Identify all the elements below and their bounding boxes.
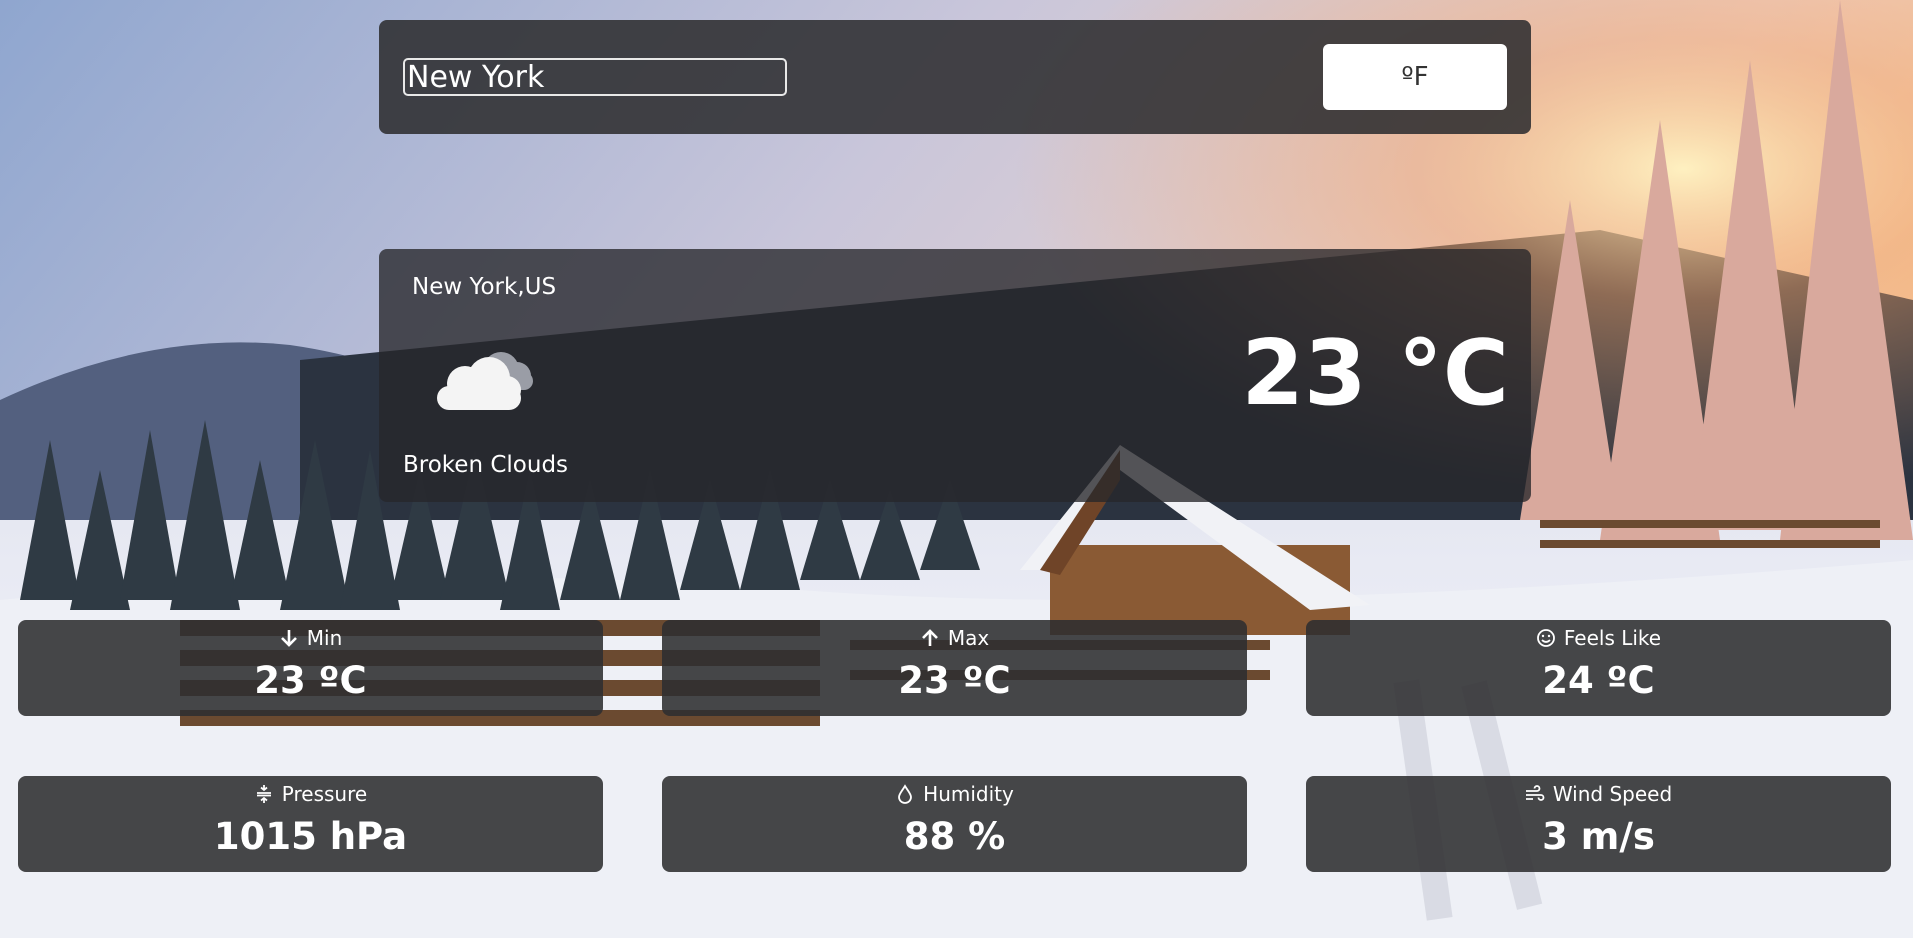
min-temp-value: 23 ºC — [254, 659, 367, 702]
min-temp-label: Min — [306, 626, 343, 650]
arrow-down-icon — [280, 630, 297, 647]
current-temperature: 23 °C — [1241, 321, 1509, 426]
wind-icon — [1525, 785, 1545, 801]
max-temp-value: 23 ºC — [898, 659, 1011, 702]
feels-like-card: Feels Like 24 ºC — [1306, 620, 1891, 716]
humidity-value: 88 % — [903, 815, 1006, 858]
wind-speed-value: 3 m/s — [1542, 815, 1655, 858]
city-search-input[interactable] — [403, 58, 787, 96]
unit-toggle-button[interactable]: ºF — [1323, 44, 1507, 110]
pressure-card: Pressure 1015 hPa — [18, 776, 603, 872]
current-weather-card: New York,US Broken Clouds 23 °C — [379, 249, 1531, 502]
search-bar: ºF — [379, 20, 1531, 134]
weather-description: Broken Clouds — [403, 452, 569, 478]
location-name: New York,US — [412, 274, 557, 300]
broken-clouds-icon — [437, 352, 533, 410]
wind-speed-label: Wind Speed — [1552, 782, 1673, 806]
feels-like-value: 24 ºC — [1542, 659, 1655, 702]
wind-speed-card: Wind Speed 3 m/s — [1306, 776, 1891, 872]
min-temp-card: Min 23 ºC — [18, 620, 603, 716]
arrow-up-icon — [921, 629, 938, 646]
pressure-value: 1015 hPa — [213, 815, 408, 858]
compress-icon — [256, 785, 271, 803]
pressure-label: Pressure — [281, 782, 368, 806]
humidity-label: Humidity — [923, 782, 1014, 806]
feels-like-label: Feels Like — [1563, 626, 1662, 650]
max-temp-label: Max — [947, 626, 990, 650]
smile-icon — [1536, 629, 1555, 647]
humidity-card: Humidity 88 % — [662, 776, 1247, 872]
max-temp-card: Max 23 ºC — [662, 620, 1247, 716]
droplet-icon — [898, 784, 913, 804]
